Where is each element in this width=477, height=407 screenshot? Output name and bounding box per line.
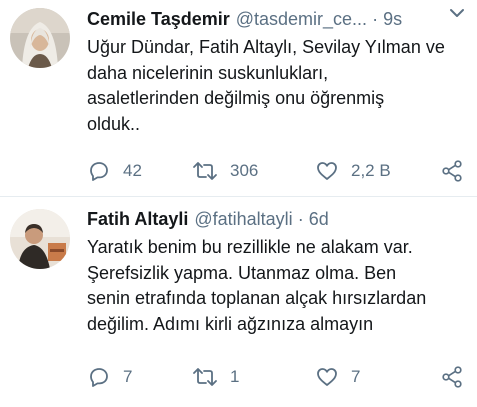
separator: · [372,8,379,29]
reply-count: 7 [123,367,133,386]
timestamp[interactable]: 9s [383,9,402,30]
retweet-icon [192,159,218,183]
retweet-button[interactable]: 306 [192,158,258,184]
tweet-text: Uğur Dündar, Fatih Altaylı, Sevilay Yılm… [87,37,445,134]
like-button[interactable]: 7 [315,364,360,390]
tweet-header: Cemile Taşdemir @tasdemir_ce... · 9s [87,7,463,31]
tweet[interactable]: Fatih Altayli @fatihaltayli · 6d Yaratık… [0,197,477,407]
retweet-button[interactable]: 1 [192,364,239,390]
reply-icon [87,365,111,389]
share-button[interactable] [440,158,464,184]
author-name[interactable]: Fatih Altayli [87,209,188,230]
tweet-header: Fatih Altayli @fatihaltayli · 6d [87,207,463,231]
reply-icon [87,159,111,183]
retweet-icon [192,365,218,389]
tweet-text: Yaratık benim bu rezillikle ne alakam va… [87,237,427,334]
like-button[interactable]: 2,2 B [315,158,391,184]
author-handle[interactable]: @fatihaltayli [194,209,292,230]
avatar[interactable] [10,209,70,269]
timestamp[interactable]: 6d [309,209,329,230]
like-icon [315,365,339,389]
reply-button[interactable]: 42 [87,158,142,184]
retweet-count: 306 [230,161,259,180]
tweet[interactable]: Cemile Taşdemir @tasdemir_ce... · 9s Uğu… [0,0,477,196]
retweet-count: 1 [230,367,240,386]
tweet-actions: 42 306 2,2 B [87,158,467,184]
like-count: 7 [351,367,361,386]
reply-count: 42 [123,161,142,180]
share-icon [440,365,464,389]
share-button[interactable] [440,364,464,390]
chevron-down-icon[interactable] [447,6,467,20]
author-handle[interactable]: @tasdemir_ce... [236,9,367,30]
avatar[interactable] [10,8,70,68]
author-name[interactable]: Cemile Taşdemir [87,9,230,30]
reply-button[interactable]: 7 [87,364,132,390]
like-icon [315,159,339,183]
share-icon [440,159,464,183]
like-count: 2,2 B [351,161,391,180]
separator: · [297,208,304,229]
tweet-actions: 7 1 7 [87,364,467,390]
